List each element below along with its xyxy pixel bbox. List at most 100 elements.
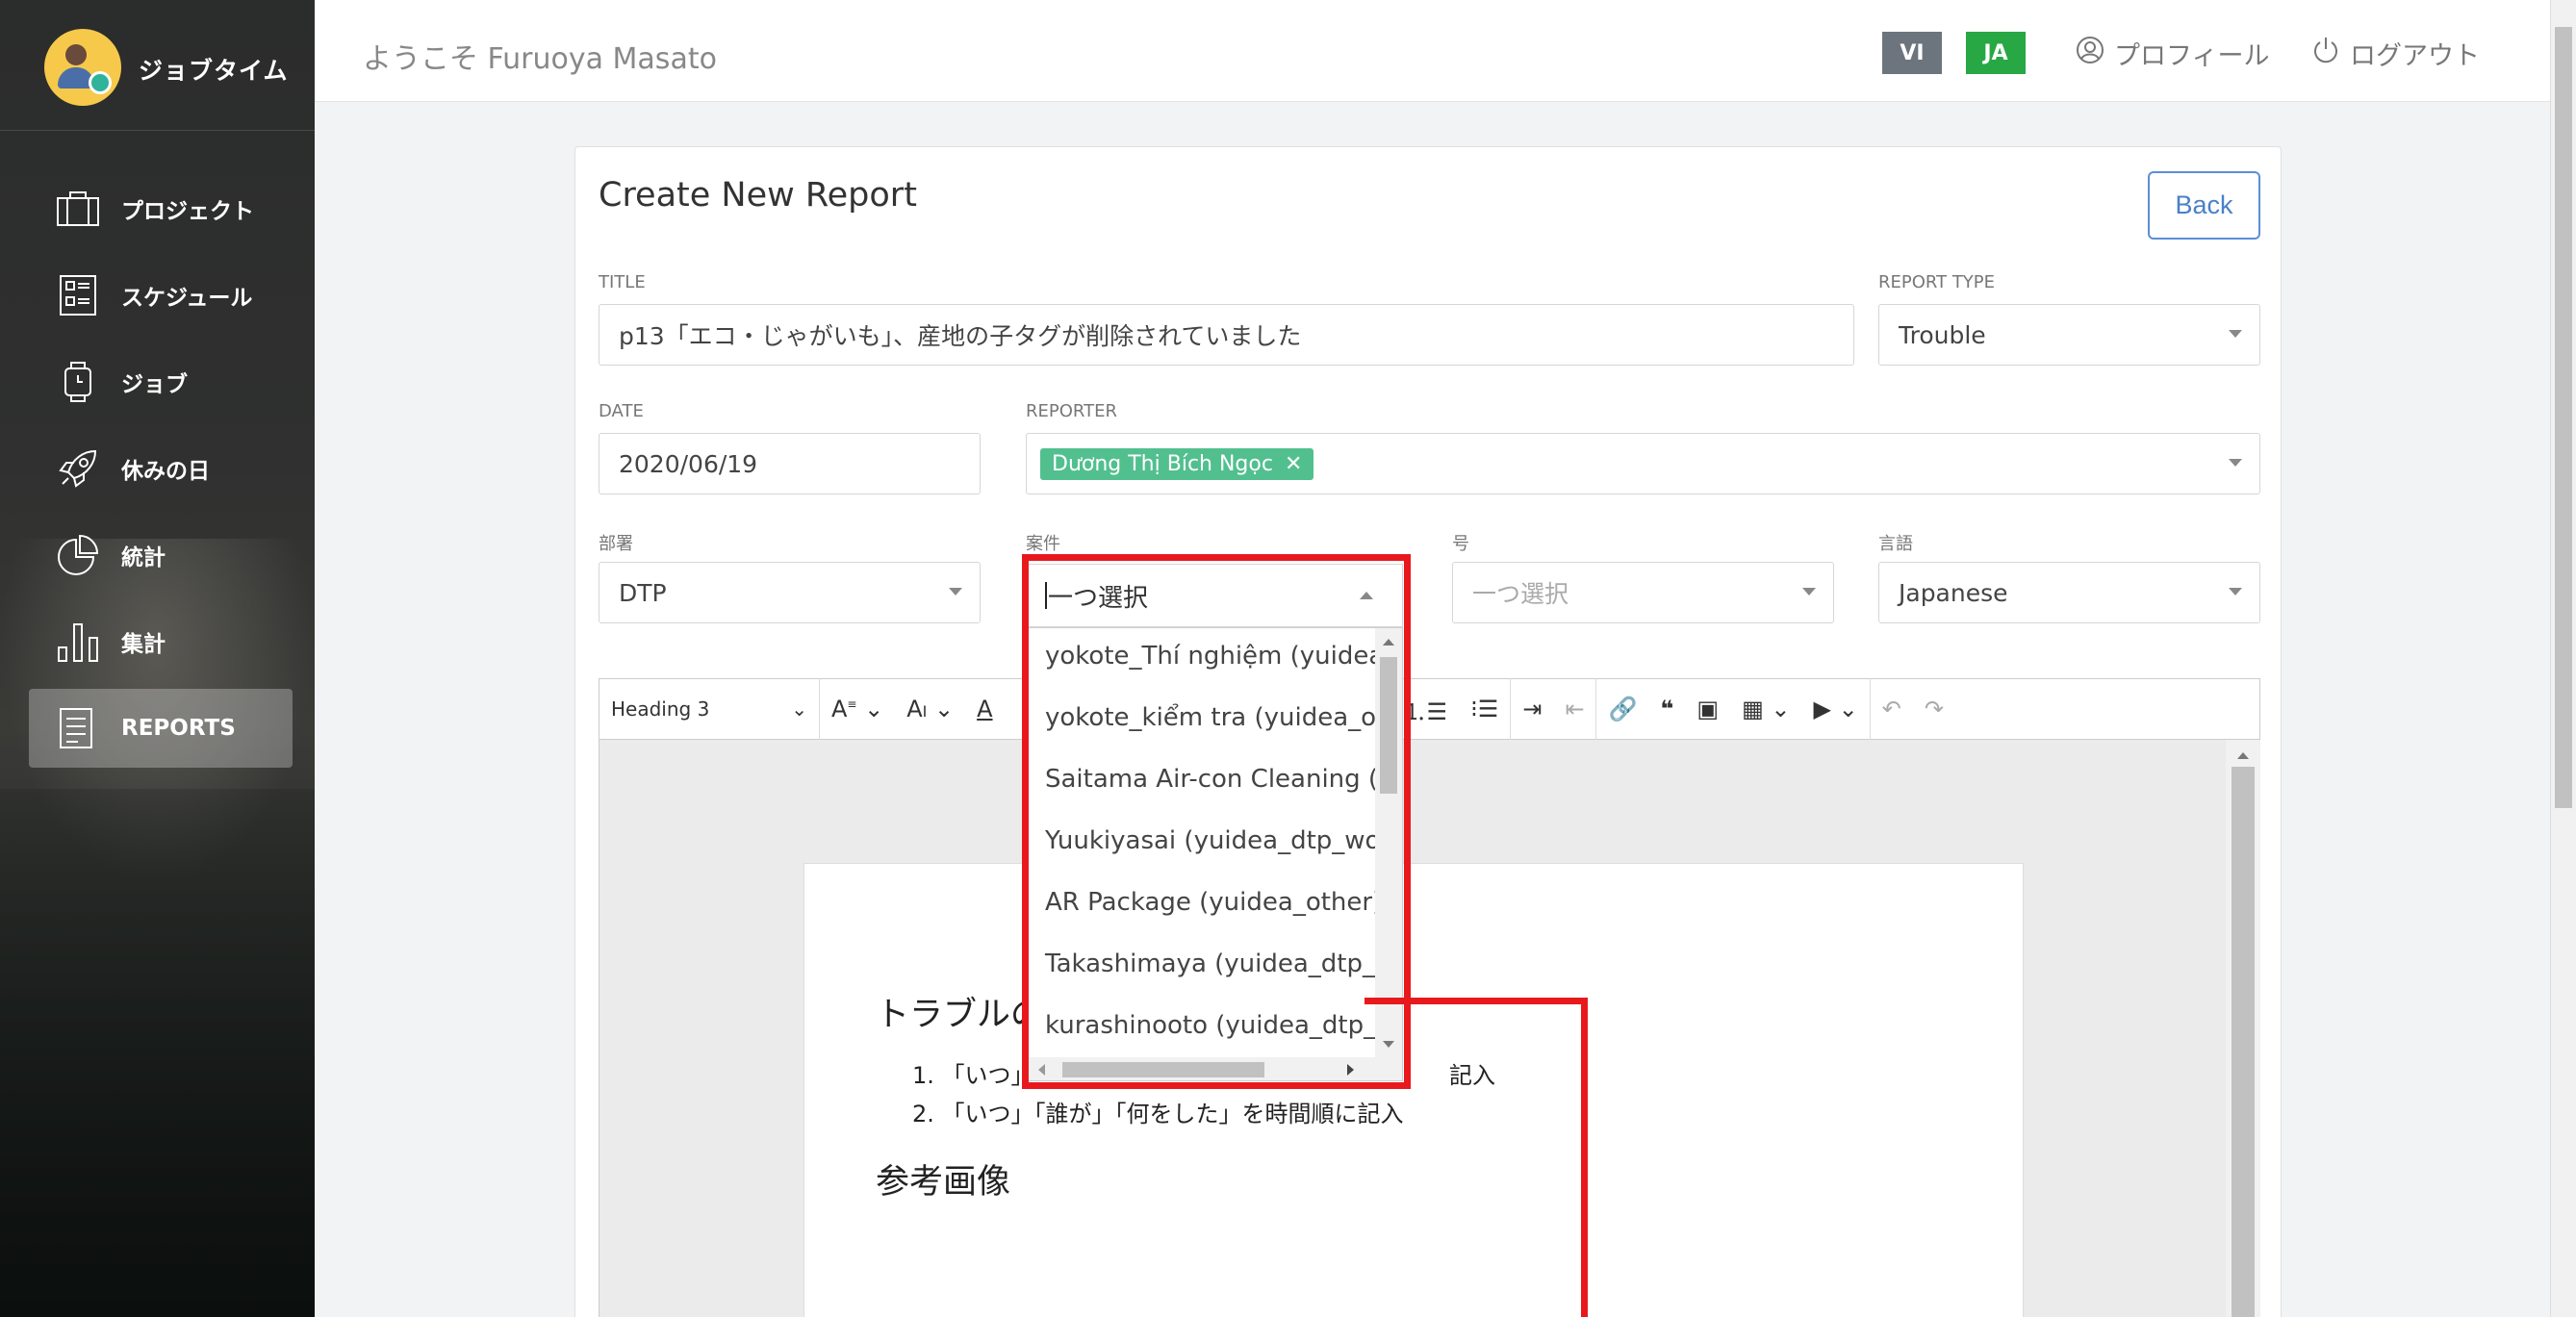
date-input[interactable]: 2020/06/19	[599, 433, 981, 494]
quote-icon: ❝	[1660, 696, 1674, 722]
sidebar-item-project[interactable]: プロジェクト	[29, 169, 293, 248]
date-label: DATE	[599, 401, 644, 421]
table-icon: ▦ ⌄	[1742, 696, 1791, 722]
page-scrollbar-thumb[interactable]	[2555, 27, 2572, 808]
sidebar-item-job[interactable]: ジョブ	[29, 342, 293, 421]
title-value: p13「エコ・じゃがいも」、産地の子タグが削除されていました	[619, 322, 1302, 350]
profile-link[interactable]: プロフィール	[2076, 35, 2269, 72]
highlight-connector	[1581, 998, 1588, 1317]
table-button[interactable]: ▦ ⌄	[1730, 678, 1801, 740]
sidebar-item-statistics[interactable]: 統計	[29, 516, 293, 595]
media-icon: ▶ ⌄	[1813, 696, 1858, 722]
language-value: Japanese	[1899, 578, 2008, 607]
reporter-select[interactable]: Dương Thị Bích Ngọc ✕	[1026, 433, 2260, 494]
sidebar-item-reports[interactable]: REPORTS	[29, 689, 293, 768]
date-value: 2020/06/19	[619, 449, 758, 478]
brand[interactable]: ジョブタイム	[0, 0, 315, 131]
highlight-connector	[1365, 998, 1588, 1004]
reporter-tag[interactable]: Dương Thị Bích Ngọc ✕	[1040, 447, 1314, 480]
sidebar-item-label: REPORTS	[121, 716, 236, 741]
department-label: 部署	[599, 534, 633, 554]
profile-label: プロフィール	[2114, 41, 2270, 71]
language-ja-button[interactable]: JA	[1966, 32, 2026, 74]
chevron-down-icon	[2229, 459, 2242, 467]
blockquote-button[interactable]: ❝	[1648, 678, 1685, 740]
department-select[interactable]: DTP	[599, 562, 981, 623]
editor-area[interactable]: トラブルの 1. 「いつ」 記入 2. 「いつ」「誰が」「何をした」を時間順に記…	[599, 740, 2260, 1317]
sidebar-item-label: 統計	[121, 545, 166, 570]
bulleted-list-button[interactable]: ⁝☰	[1459, 678, 1510, 740]
editor-scrollbar[interactable]	[2226, 740, 2260, 1317]
reporter-tag-label: Dương Thị Bích Ngọc	[1052, 451, 1273, 476]
font-family-button[interactable]: AI ⌄	[895, 678, 965, 740]
language-vi-button[interactable]: VI	[1882, 32, 1942, 74]
indent-button[interactable]: ⇥	[1511, 678, 1553, 740]
heading-select[interactable]: Heading 3 ⌄	[599, 678, 819, 740]
brand-name: ジョブタイム	[139, 57, 289, 85]
watch-icon	[54, 361, 102, 403]
highlight-box	[1022, 554, 1411, 1089]
chevron-down-icon	[1802, 588, 1816, 595]
editor-page[interactable]: トラブルの 1. 「いつ」 記入 2. 「いつ」「誰が」「何をした」を時間順に記…	[803, 863, 2024, 1317]
sidebar-item-summary[interactable]: 集計	[29, 602, 293, 681]
sidebar-item-schedule[interactable]: スケジュール	[29, 256, 293, 335]
sidebar-item-label: ジョブ	[121, 372, 188, 397]
briefcase-icon	[54, 188, 102, 230]
logout-link[interactable]: ログアウト	[2311, 35, 2480, 72]
report-type-select[interactable]: Trouble	[1878, 304, 2260, 366]
font-color-button[interactable]: A	[965, 678, 1004, 740]
content-heading: トラブルの	[876, 996, 1045, 1034]
sidebar-background-trees	[0, 789, 315, 1317]
font-color-icon: A	[977, 696, 993, 722]
redo-button[interactable]: ↷	[1913, 678, 1955, 740]
sidebar-item-holiday[interactable]: 休みの日	[29, 429, 293, 508]
page-scrollbar[interactable]	[2550, 0, 2576, 1317]
reporter-label: REPORTER	[1026, 401, 1117, 421]
content-list-item-tail: 記入	[1449, 1062, 1495, 1089]
language-label: 言語	[1878, 534, 1913, 554]
language-select[interactable]: Japanese	[1878, 562, 2260, 623]
redo-icon: ↷	[1924, 696, 1944, 722]
image-button[interactable]: ▣	[1685, 678, 1730, 740]
pie-chart-icon	[54, 534, 102, 576]
sidebar-item-label: 休みの日	[121, 459, 210, 484]
rocket-icon	[54, 447, 102, 490]
report-type-label: REPORT TYPE	[1878, 272, 1996, 292]
top-bar: ようこそ Furuoya Masato VI JA プロフィール ログアウト	[315, 0, 2550, 102]
media-button[interactable]: ▶ ⌄	[1802, 678, 1870, 740]
title-input[interactable]: p13「エコ・じゃがいも」、産地の子タグが削除されていました	[599, 304, 1854, 366]
department-value: DTP	[619, 578, 667, 607]
content-list-item: 2. 「いつ」「誰が」「何をした」を時間順に記入	[912, 1101, 1404, 1127]
number-select[interactable]: 一つ選択	[1452, 562, 1834, 623]
scroll-up-icon[interactable]	[2226, 744, 2260, 767]
power-icon	[2311, 36, 2340, 71]
chevron-down-icon	[2229, 330, 2242, 338]
outdent-button[interactable]: ⇤	[1553, 678, 1595, 740]
back-button[interactable]: Back	[2148, 171, 2260, 240]
link-icon: 🔗	[1608, 696, 1638, 722]
user-icon	[2076, 36, 2104, 71]
chevron-down-icon: ⌄	[791, 697, 807, 721]
number-placeholder: 一つ選択	[1472, 580, 1569, 608]
undo-icon: ↶	[1881, 696, 1901, 722]
title-label: TITLE	[599, 272, 646, 292]
editor-scrollbar-thumb[interactable]	[2232, 767, 2255, 1317]
bar-chart-icon	[54, 621, 102, 663]
content-list-item: 1. 「いつ」	[912, 1062, 1034, 1089]
editor-toolbar: Heading 3 ⌄ A≡ ⌄ AI ⌄ A ⒈☰ ⁝☰ ⇥ ⇤ 🔗 ❝ ▣ …	[599, 678, 2260, 740]
font-size-icon: A≡ ⌄	[831, 696, 884, 722]
report-icon	[54, 707, 102, 749]
link-button[interactable]: 🔗	[1596, 678, 1648, 740]
undo-button[interactable]: ↶	[1871, 678, 1913, 740]
chevron-down-icon	[2229, 588, 2242, 595]
page-title: Create New Report	[599, 176, 917, 215]
chevron-down-icon	[949, 588, 962, 595]
sidebar-item-label: 集計	[121, 632, 166, 657]
report-type-value: Trouble	[1899, 320, 1986, 349]
font-size-button[interactable]: A≡ ⌄	[820, 678, 895, 740]
content-heading: 参考画像	[876, 1163, 1011, 1202]
sidebar-item-label: スケジュール	[121, 286, 253, 311]
close-icon[interactable]: ✕	[1285, 452, 1302, 476]
indent-icon: ⇥	[1522, 696, 1543, 722]
outdent-icon: ⇤	[1565, 696, 1585, 722]
